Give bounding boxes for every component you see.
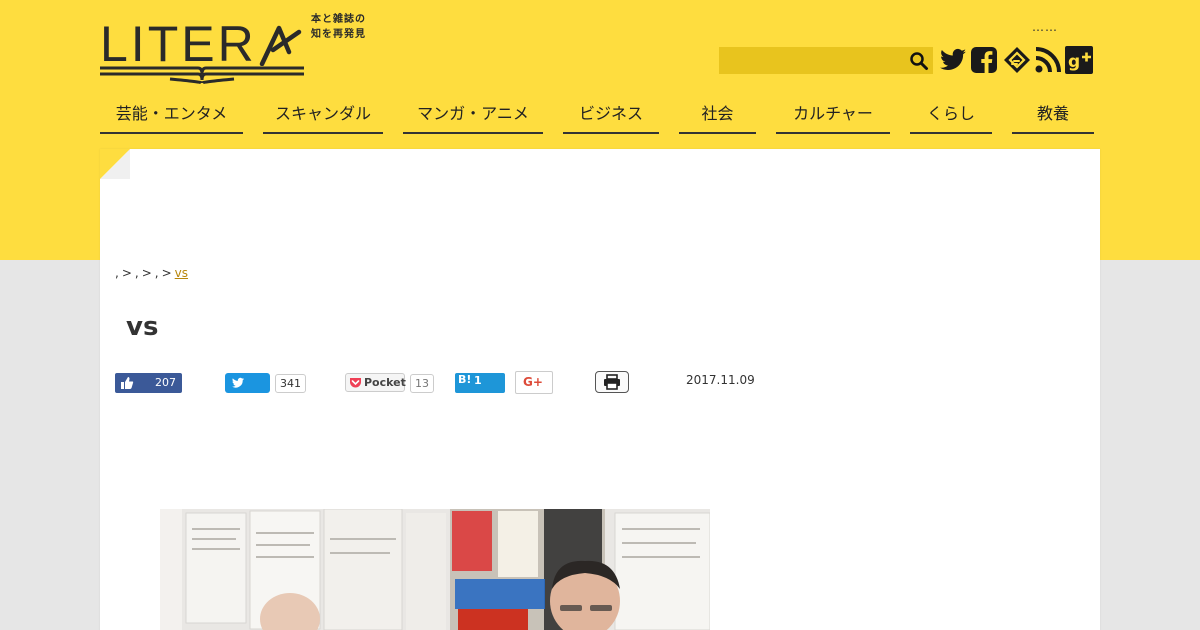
pocket-icon	[350, 378, 361, 388]
pocket-label: Pocket	[364, 376, 406, 389]
facebook-like-count: 207	[155, 376, 176, 389]
facebook-icon[interactable]	[969, 45, 999, 75]
search-icon[interactable]	[909, 51, 929, 71]
card-corner-cut	[100, 149, 130, 179]
nav-item-scandal[interactable]: スキャンダル	[263, 102, 383, 134]
breadcrumb-current[interactable]: vs	[175, 266, 188, 280]
article-date: 2017.11.09	[686, 373, 755, 387]
pocket-button[interactable]: Pocket	[345, 373, 406, 392]
googleplus-share-button[interactable]: G+	[515, 371, 553, 394]
tweet-button[interactable]	[225, 373, 270, 393]
nav-item-life[interactable]: くらし	[910, 102, 992, 134]
nav-item-entertainment[interactable]: 芸能・エンタメ	[100, 102, 243, 134]
breadcrumb-separator: >	[121, 266, 132, 280]
facebook-like-button[interactable]: 207	[115, 373, 182, 393]
hatena-label: B!	[458, 373, 472, 386]
breadcrumb-separator: >	[141, 266, 152, 280]
nav-item-education[interactable]: 教養	[1012, 102, 1094, 134]
breadcrumb-separator: >	[161, 266, 172, 280]
article-photo-image	[160, 509, 710, 630]
header-ellipsis: ……	[1032, 20, 1058, 34]
logo-a-mark	[259, 25, 301, 67]
breadcrumb: , >, >, > vs	[115, 266, 188, 280]
site-logo[interactable]: LITER 本と雑誌の 知を再発見	[100, 14, 380, 86]
nav-item-society[interactable]: 社会	[679, 102, 756, 134]
search-box	[719, 47, 933, 74]
article-title: vs	[126, 312, 159, 342]
googleplus-icon[interactable]: g	[1064, 45, 1094, 75]
search-input[interactable]	[719, 47, 909, 74]
svg-text:g: g	[1068, 52, 1080, 72]
hatena-count: 1	[474, 374, 482, 387]
twitter-icon	[231, 377, 245, 388]
article-photo	[160, 509, 710, 630]
logo-tagline: 本と雑誌の 知を再発見	[311, 14, 366, 40]
feedly-icon[interactable]	[1002, 45, 1032, 75]
print-button[interactable]	[595, 371, 629, 393]
tweet-count: 341	[275, 374, 306, 393]
book-icon	[100, 66, 304, 84]
nav-item-culture[interactable]: カルチャー	[776, 102, 890, 134]
rss-icon[interactable]	[1033, 45, 1063, 75]
printer-icon	[604, 374, 620, 390]
pocket-count: 13	[410, 374, 434, 393]
breadcrumb-item[interactable]: ,	[155, 266, 159, 280]
breadcrumb-item[interactable]: ,	[115, 266, 119, 280]
twitter-icon[interactable]	[938, 45, 968, 75]
breadcrumb-item[interactable]: ,	[135, 266, 139, 280]
thumbs-up-icon	[121, 377, 134, 389]
hatena-bookmark-button[interactable]: B! 1	[455, 373, 505, 393]
nav-item-manga-anime[interactable]: マンガ・アニメ	[403, 102, 543, 134]
googleplus-label: G+	[523, 375, 543, 389]
nav-item-business[interactable]: ビジネス	[563, 102, 659, 134]
